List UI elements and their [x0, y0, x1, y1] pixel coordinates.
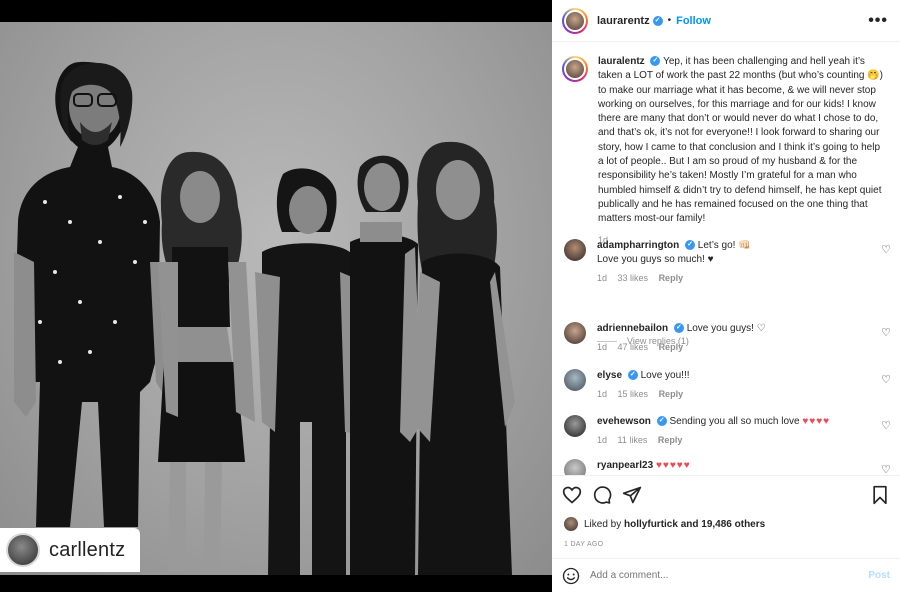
person-girl-1 [158, 151, 255, 572]
comment-time: 1d [597, 435, 608, 445]
red-hearts-emoji: ♥♥♥♥♥ [655, 460, 691, 471]
person-girl-2 [350, 155, 422, 575]
comment-time: 1d [597, 389, 608, 399]
post-sidebar: laurarentz ✓ • Follow ••• lauralentz ✓ Y… [552, 0, 900, 592]
comment-time: 1d [597, 342, 608, 352]
family-photo-illustration [14, 61, 515, 575]
more-options-icon[interactable]: ••• [868, 12, 888, 30]
comment-likes[interactable]: 11 likes [618, 435, 648, 445]
author-avatar[interactable] [562, 7, 588, 34]
repost-avatar [6, 533, 40, 567]
caption-avatar[interactable] [562, 56, 588, 82]
action-icons [552, 476, 900, 513]
comment-bubble-icon[interactable] [592, 485, 612, 505]
verified-badge-icon: ✓ [652, 15, 663, 26]
comment-item: adriennebailon ✓ Love you guys! ♡ 1d 47 … [552, 322, 900, 354]
like-heart-icon[interactable]: ♡ [881, 419, 891, 432]
comments-section[interactable]: lauralentz ✓ Yep, it has been challengin… [552, 43, 900, 475]
comment-text: Love you!!! [640, 370, 690, 381]
separator-dot: • [667, 15, 672, 26]
like-heart-icon[interactable] [562, 485, 582, 505]
repost-username: carllentz [49, 538, 126, 561]
comment-avatar[interactable] [564, 369, 586, 391]
comment-item: evehewson ✓ Sending you all so much love… [552, 415, 900, 447]
like-heart-icon[interactable]: ♡ [881, 326, 891, 339]
red-hearts-emoji: ♥♥♥♥ [802, 416, 831, 427]
reply-button[interactable]: Reply [659, 273, 684, 283]
comment-username[interactable]: ryanpearl23 [597, 460, 653, 471]
comment-item: elyse ✓ Love you!!! 1d 15 likes Reply ♡ [552, 369, 900, 401]
caption-text: Yep, it has been challenging and hell ye… [598, 56, 884, 225]
like-heart-icon[interactable]: ♡ [881, 373, 891, 386]
comment-likes[interactable]: 33 likes [618, 273, 649, 283]
reply-button[interactable]: Reply [659, 342, 684, 352]
verified-badge-icon: ✓ [627, 370, 638, 381]
comment-username[interactable]: elyse [597, 370, 622, 381]
comment-likes[interactable]: 15 likes [618, 389, 649, 399]
post-timestamp: 1 DAY AGO [564, 541, 604, 548]
comment-avatar[interactable] [564, 322, 586, 344]
person-boy [255, 168, 358, 575]
comment-input[interactable] [590, 570, 869, 581]
verified-badge-icon: ✓ [656, 416, 667, 427]
comment-item: adampharrington ✓ Let’s go! 👊🏻 Love you … [552, 239, 900, 285]
comment-avatar[interactable] [564, 459, 586, 475]
post-caption: lauralentz ✓ Yep, it has been challengin… [552, 43, 900, 247]
repost-tag[interactable]: carllentz [0, 528, 140, 572]
reply-button[interactable]: Reply [659, 389, 684, 399]
comment-username[interactable]: adampharrington [597, 240, 679, 251]
post-comment-button[interactable]: Post [868, 570, 890, 581]
liker-username[interactable]: hollyfurtick [624, 519, 678, 530]
comment-text: Sending you all so much love [669, 416, 800, 427]
post-header: laurarentz ✓ • Follow ••• [552, 0, 900, 42]
add-comment-bar: Post [552, 558, 900, 592]
likes-count[interactable]: and 19,486 others [681, 519, 765, 530]
reply-button[interactable]: Reply [658, 435, 683, 445]
comment-username[interactable]: evehewson [597, 416, 651, 427]
verified-badge-icon: ✓ [673, 323, 684, 334]
author-username[interactable]: laurarentz [597, 15, 650, 27]
comment-avatar[interactable] [564, 415, 586, 437]
post-actions-bar: Liked by hollyfurtick and 19,486 others … [552, 475, 900, 548]
person-man [14, 61, 176, 528]
verified-badge-icon: ✓ [650, 56, 661, 67]
comment-avatar[interactable] [564, 239, 586, 261]
caption-username[interactable]: lauralentz [598, 56, 645, 67]
likes-prefix: Liked by [584, 518, 622, 530]
comment-username[interactable]: adriennebailon [597, 323, 668, 334]
comment-time: 1d [597, 273, 608, 283]
share-paper-plane-icon[interactable] [622, 485, 642, 505]
verified-badge-icon: ✓ [685, 240, 696, 251]
comment-text-line2: Love you guys so much! ♥ [597, 254, 714, 265]
comment-text: Love you guys! ♡ [686, 323, 766, 334]
photo-panel: carllentz [0, 0, 552, 592]
like-heart-icon[interactable]: ♡ [881, 463, 891, 475]
likes-summary: Liked by hollyfurtick and 19,486 others [552, 516, 900, 532]
emoji-smiley-icon[interactable] [562, 567, 580, 585]
like-heart-icon[interactable]: ♡ [881, 243, 891, 256]
follow-button[interactable]: Follow [676, 15, 711, 27]
liker-avatar[interactable] [564, 517, 578, 531]
post-photo[interactable] [0, 22, 552, 575]
person-woman [412, 141, 515, 575]
comment-text: Let’s go! 👊🏻 [697, 240, 751, 251]
comment-item: ryanpearl23 ♥♥♥♥♥ ♡ [552, 459, 900, 475]
comment-likes[interactable]: 47 likes [618, 342, 649, 352]
bookmark-icon[interactable] [870, 485, 890, 505]
